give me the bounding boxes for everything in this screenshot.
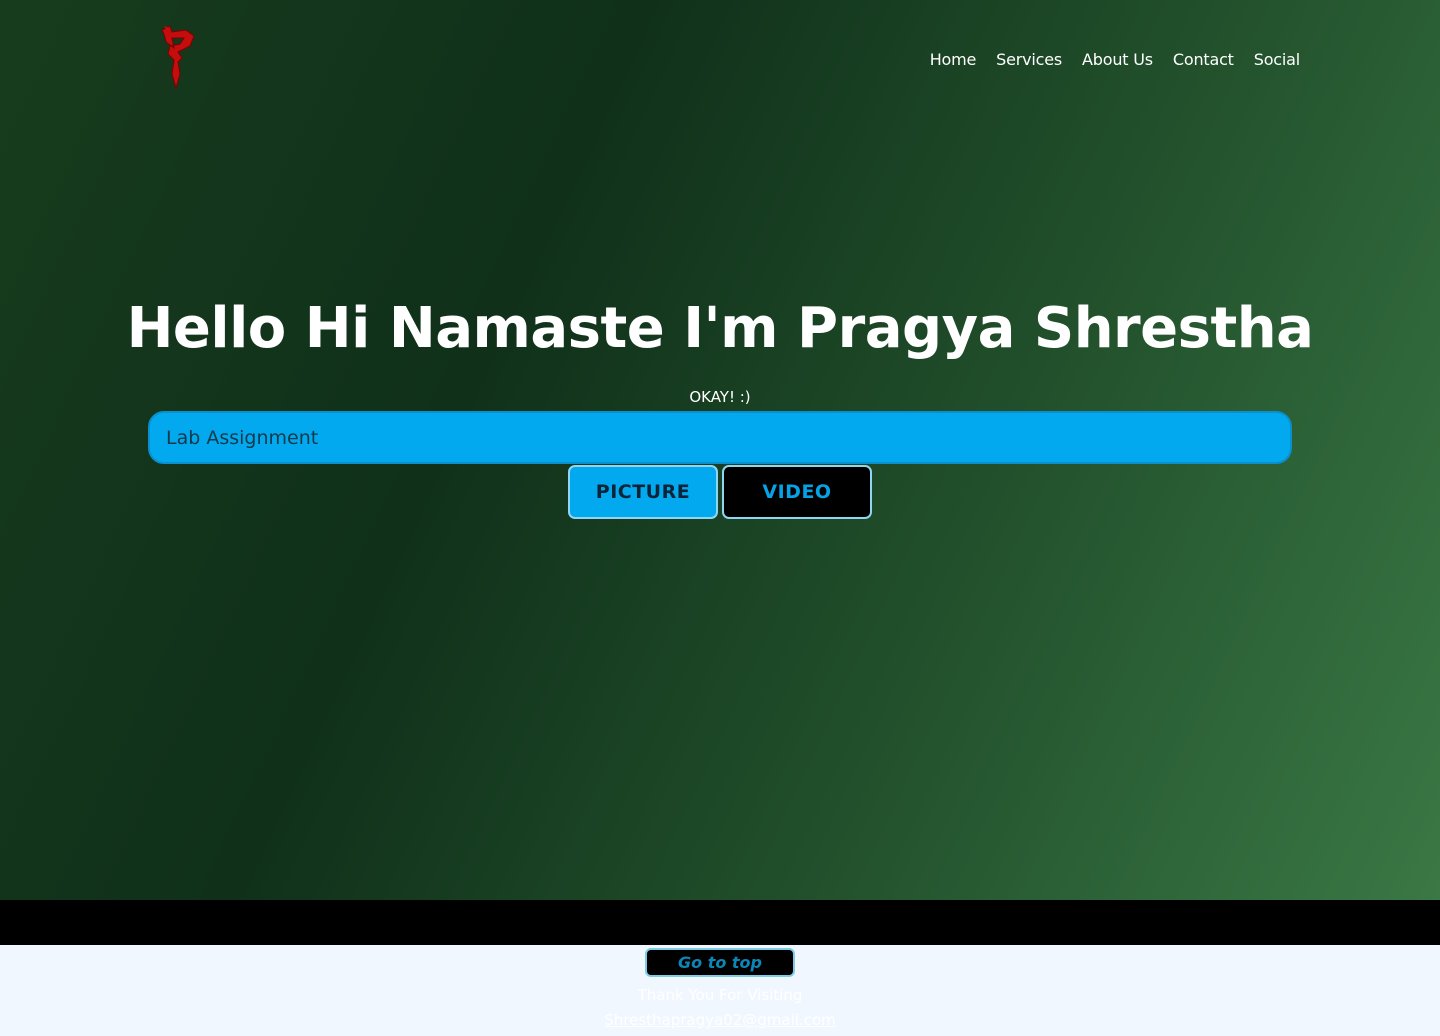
- search-input[interactable]: [148, 411, 1292, 464]
- go-to-top-button[interactable]: Go to top: [645, 948, 795, 977]
- footer: Go to top Thank You For Visiting Shresth…: [0, 945, 1440, 1036]
- footer-divider-bar: [0, 900, 1440, 945]
- hero-subtitle: OKAY! :): [689, 388, 751, 406]
- nav-services[interactable]: Services: [996, 50, 1062, 69]
- hero-section: Home Services About Us Contact Social He…: [0, 0, 1440, 900]
- nav-home[interactable]: Home: [930, 50, 977, 69]
- thanks-text: Thank You For Visiting: [637, 986, 803, 1004]
- logo-icon[interactable]: [156, 22, 200, 92]
- nav-social[interactable]: Social: [1254, 50, 1300, 69]
- page-title: Hello Hi Namaste I'm Pragya Shrestha: [126, 296, 1314, 361]
- main-nav: Home Services About Us Contact Social: [930, 50, 1300, 69]
- picture-button[interactable]: PICTURE: [568, 465, 718, 519]
- video-button[interactable]: VIDEO: [722, 465, 872, 519]
- nav-contact[interactable]: Contact: [1173, 50, 1234, 69]
- email-link[interactable]: Shresthapragya02@gmail.com: [604, 1011, 836, 1029]
- nav-about-us[interactable]: About Us: [1082, 50, 1153, 69]
- email-container: Shresthapragya02@gmail.com: [0, 1011, 1440, 1029]
